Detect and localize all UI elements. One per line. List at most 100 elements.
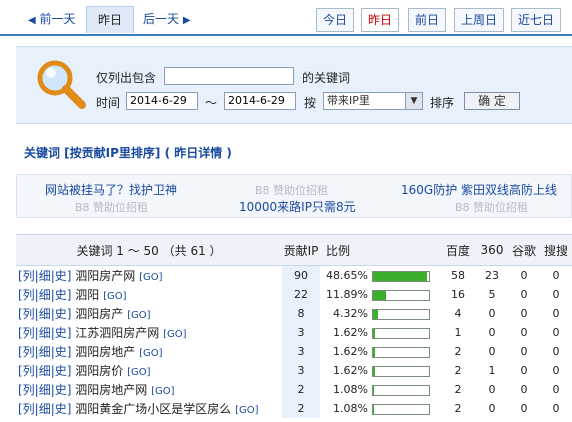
col-google-header[interactable]: 谷歌 (508, 234, 540, 266)
go-link[interactable]: [GO] (127, 310, 150, 321)
360-cell: 0 (488, 326, 496, 339)
go-link[interactable]: [GO] (139, 348, 162, 359)
table-row: [列|细|史] 泗阳黄金广场小区是学区房么 [GO] 2 1.08% 2 0 0 0 (16, 399, 572, 418)
ad-link-1[interactable]: 网站被挂马了？找护卫神 (45, 181, 177, 198)
keywords-table: 关键词 1 ～ 50 （共 61 ） 贡献IP 比例 百度 360 谷歌 搜搜 … (16, 234, 572, 418)
google-cell: 0 (520, 402, 528, 415)
360-cell: 1 (488, 364, 496, 377)
ad-placeholder-2[interactable]: B8 赞助位招租 (75, 199, 148, 215)
ratio-cell: 1.08% (320, 380, 440, 399)
keyword-text: 泗阳黄金广场小区是学区房么 (75, 402, 232, 416)
row-actions-link[interactable]: [列|细|史] (18, 402, 71, 416)
range-separator: ～ (205, 96, 218, 110)
ad-placeholder-1[interactable]: B8 赞助位招租 (255, 182, 328, 198)
col-ip-header[interactable]: 贡献IP (282, 234, 320, 266)
keyword-cell: [列|细|史] 泗阳 [GO] (16, 285, 282, 304)
row-actions-link[interactable]: [列|细|史] (18, 383, 71, 397)
ratio-text: 1.62% (333, 345, 368, 358)
quick-lastsunday-button[interactable]: 上周日 (454, 8, 505, 32)
ratio-cell: 1.62% (320, 323, 440, 342)
sogou-cell: 0 (552, 269, 560, 282)
ratio-text: 11.89% (326, 288, 368, 301)
360-cell: 0 (488, 345, 496, 358)
next-day-label: 后一天 (143, 12, 180, 26)
go-link[interactable]: [GO] (103, 291, 126, 302)
ratio-bar-fill (373, 404, 374, 414)
go-link[interactable]: [GO] (139, 272, 162, 283)
ratio-bar-fill (373, 347, 375, 357)
ratio-bar (372, 327, 430, 339)
row-actions-link[interactable]: [列|细|史] (18, 307, 71, 321)
ratio-bar (372, 270, 430, 282)
quick-yesterday-button[interactable]: 昨日 (361, 8, 400, 32)
ratio-cell: 11.89% (320, 285, 440, 304)
360-cell: 0 (488, 402, 496, 415)
ip-cell: 8 (282, 304, 320, 323)
next-day-link[interactable]: 后一天 ▶ (143, 10, 191, 27)
date-to-input[interactable] (224, 92, 296, 110)
google-cell: 0 (520, 307, 528, 320)
ip-cell: 2 (282, 380, 320, 399)
table-row: [列|细|史] 泗阳房地产网 [GO] 2 1.08% 2 0 0 0 (16, 380, 572, 399)
row-actions-link[interactable]: [列|细|史] (18, 345, 71, 359)
keyword-cell: [列|细|史] 泗阳黄金广场小区是学区房么 [GO] (16, 399, 282, 418)
ad-placeholder-3[interactable]: B8 赞助位招租 (455, 199, 528, 215)
ratio-text: 48.65% (326, 269, 368, 282)
sogou-cell: 0 (552, 402, 560, 415)
magnifier-icon (37, 60, 86, 109)
keyword-text: 泗阳房地产 (75, 345, 136, 359)
360-cell: 0 (488, 307, 496, 320)
ratio-bar (372, 289, 430, 301)
baidu-cell: 16 (451, 288, 465, 301)
ratio-cell: 4.32% (320, 304, 440, 323)
row-actions-link[interactable]: [列|细|史] (18, 288, 71, 302)
keyword-cell: [列|细|史] 泗阳房地产网 [GO] (16, 380, 282, 399)
google-cell: 0 (520, 326, 528, 339)
go-link[interactable]: [GO] (163, 329, 186, 340)
date-from-input[interactable] (126, 92, 198, 110)
ratio-bar (372, 346, 430, 358)
confirm-button[interactable]: 确 定 (464, 92, 520, 110)
col-sogou-header[interactable]: 搜搜 (540, 234, 572, 266)
ip-cell: 22 (282, 285, 320, 304)
col-baidu-header[interactable]: 百度 (440, 234, 476, 266)
ip-cell: 3 (282, 361, 320, 380)
baidu-cell: 2 (454, 402, 462, 415)
ad-link-3[interactable]: 10000来路IP只需8元 (239, 198, 356, 215)
ratio-text: 1.62% (333, 364, 368, 377)
sort-by-select[interactable]: 带来IP里 ▼ (323, 92, 423, 110)
baidu-cell: 2 (454, 383, 462, 396)
keywords-section-title: 关键词 [按贡献IP里排序] ( 昨日详情 ) (24, 146, 232, 160)
table-row: [列|细|史] 泗阳房价 [GO] 3 1.62% 2 1 0 0 (16, 361, 572, 380)
baidu-cell: 2 (454, 345, 462, 358)
ratio-cell: 1.62% (320, 361, 440, 380)
row-actions-link[interactable]: [列|细|史] (18, 269, 71, 283)
go-link[interactable]: [GO] (151, 386, 174, 397)
row-actions-link[interactable]: [列|细|史] (18, 364, 71, 378)
sponsor-ads: 网站被挂马了？找护卫神 B8 赞助位招租 160G防护 紫田双线高防上线 B8 … (16, 174, 572, 218)
360-cell: 5 (488, 288, 496, 301)
ad-link-2[interactable]: 160G防护 紫田双线高防上线 (401, 181, 557, 198)
keyword-filter-input[interactable] (164, 67, 294, 85)
baidu-cell: 4 (454, 307, 462, 320)
ratio-bar-fill (373, 271, 427, 281)
go-link[interactable]: [GO] (127, 367, 150, 378)
google-cell: 0 (520, 288, 528, 301)
keyword-cell: [列|细|史] 泗阳房地产 [GO] (16, 342, 282, 361)
by-label: 按 (304, 96, 317, 110)
quick-daybefore-button[interactable]: 前日 (408, 8, 447, 32)
ip-cell: 2 (282, 399, 320, 418)
ratio-text: 1.08% (333, 383, 368, 396)
go-link[interactable]: [GO] (235, 405, 258, 416)
table-body: [列|细|史] 泗阳房产网 [GO] 90 48.65% 58 23 0 0 [列|细|史] … (16, 265, 572, 418)
keyword-cell: [列|细|史] 泗阳房价 [GO] (16, 361, 282, 380)
prev-day-link[interactable]: ◀ 前一天 (28, 10, 76, 27)
ratio-text: 4.32% (333, 307, 368, 320)
col-360-header[interactable]: 360 (476, 234, 508, 266)
keyword-text: 泗阳房产网 (75, 269, 136, 283)
quick-last7days-button[interactable]: 近七日 (511, 8, 562, 32)
row-actions-link[interactable]: [列|细|史] (18, 326, 71, 340)
ratio-bar (372, 403, 430, 415)
quick-today-button[interactable]: 今日 (316, 8, 355, 32)
ip-cell: 3 (282, 323, 320, 342)
